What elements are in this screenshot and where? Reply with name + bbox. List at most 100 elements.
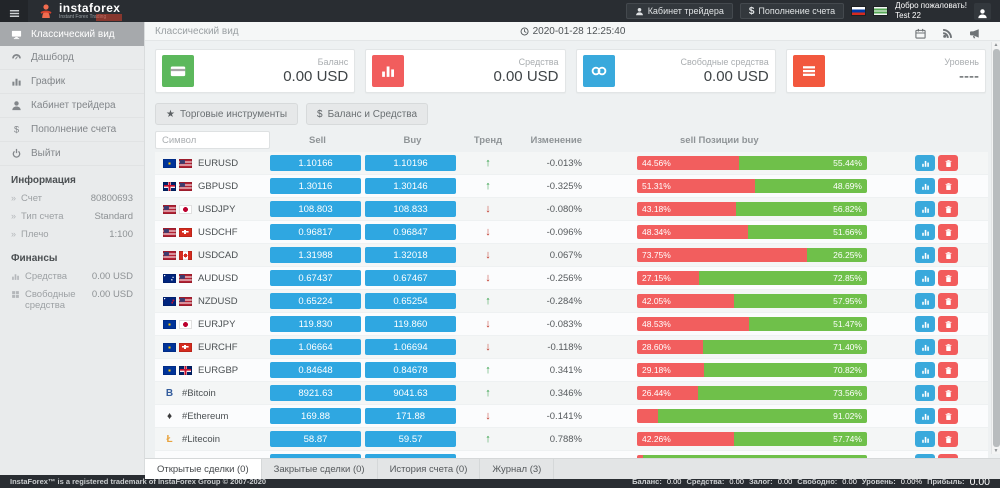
open-chart-button[interactable] [915, 385, 935, 401]
sell-button[interactable]: 1.06664 [270, 339, 361, 355]
sell-button[interactable]: 108.803 [270, 201, 361, 217]
topbar: instaforex Instant Forex Trading Кабинет… [0, 0, 1000, 22]
sell-button[interactable]: 1.31988 [270, 247, 361, 263]
symbol-cell: NZDUSD [163, 296, 270, 307]
buy-button[interactable]: 108.833 [365, 201, 456, 217]
positions-cell: 48.53%51.47% [588, 317, 915, 331]
remove-symbol-button[interactable] [938, 316, 958, 332]
deposit-button[interactable]: $ Пополнение счета [740, 3, 844, 19]
sell-cell: 0.84648 [270, 362, 365, 378]
scroll-down-arrow-icon[interactable]: ▼ [994, 448, 999, 454]
symbol-label: USDJPY [198, 204, 235, 215]
sidebar-item-классический-вид[interactable]: Классический вид [0, 22, 144, 46]
remove-symbol-button[interactable] [938, 362, 958, 378]
scroll-up-arrow-icon[interactable]: ▲ [994, 42, 999, 48]
sell-button[interactable]: 1.10166 [270, 155, 361, 171]
megaphone-icon[interactable] [969, 26, 980, 37]
card-label: Свободные средства [681, 57, 769, 67]
remove-symbol-button[interactable] [938, 270, 958, 286]
flag-russia-icon[interactable] [851, 6, 866, 16]
sell-positions-segment: 51.31% [637, 179, 755, 193]
sidebar-info-rows: »Счет80800693»Тип счетаStandard»Плечо1:1… [0, 190, 144, 244]
sell-button[interactable]: 0.96817 [270, 224, 361, 240]
remove-symbol-button[interactable] [938, 201, 958, 217]
flag-us-icon [163, 251, 176, 260]
buy-button[interactable]: 1.10196 [365, 155, 456, 171]
open-chart-button[interactable] [915, 408, 935, 424]
buy-cell: 0.84678 [365, 362, 460, 378]
remove-symbol-button[interactable] [938, 178, 958, 194]
tab-закрытые[interactable]: Закрытые сделки (0) [262, 459, 378, 479]
buy-button[interactable]: 1.32018 [365, 247, 456, 263]
sell-button[interactable]: 169.88 [270, 408, 361, 424]
calendar-icon[interactable] [915, 26, 926, 37]
open-chart-button[interactable] [915, 339, 935, 355]
sidebar-item-дашборд[interactable]: Дашборд [0, 46, 144, 70]
sidebar-item-выйти[interactable]: Выйти [0, 142, 144, 166]
sell-button[interactable]: 119.830 [270, 316, 361, 332]
open-chart-button[interactable] [915, 316, 935, 332]
sell-button[interactable]: 1.30116 [270, 178, 361, 194]
remove-symbol-button[interactable] [938, 408, 958, 424]
trading-instruments-button[interactable]: ★ Торговые инструменты [155, 103, 298, 125]
logo[interactable]: instaforex Instant Forex Trading [38, 2, 120, 20]
tab-открытые[interactable]: Открытые сделки (0) [145, 459, 262, 479]
sell-button[interactable]: 8921.63 [270, 385, 361, 401]
tab-история[interactable]: История счета (0) [378, 459, 481, 479]
buy-button[interactable]: 1.06694 [365, 339, 456, 355]
buy-button[interactable]: 0.65254 [365, 293, 456, 309]
buy-button[interactable]: 119.860 [365, 316, 456, 332]
sidebar-item-кабинет-трейдера[interactable]: Кабинет трейдера [0, 94, 144, 118]
chevron-right-icon: » [11, 211, 16, 222]
tab-журнал[interactable]: Журнал (3) [480, 459, 554, 479]
menu-button[interactable] [0, 0, 28, 22]
buy-button[interactable]: 59.57 [365, 431, 456, 447]
buy-button[interactable]: 0.96847 [365, 224, 456, 240]
flag-green-icon[interactable] [873, 6, 888, 16]
remove-symbol-button[interactable] [938, 293, 958, 309]
scrollbar-thumb[interactable] [993, 49, 1000, 447]
positions-cell: 51.31%48.69% [588, 179, 915, 193]
trader-cabinet-button[interactable]: Кабинет трейдера [626, 3, 733, 19]
user-icon [977, 6, 988, 17]
symbol-cell: Ł#Litecoin [163, 434, 270, 445]
buy-positions-segment: 56.82% [736, 202, 867, 216]
open-chart-button[interactable] [915, 293, 935, 309]
sidebar-item-пополнение-счета[interactable]: $Пополнение счета [0, 118, 144, 142]
buy-button[interactable]: 9041.63 [365, 385, 456, 401]
remove-symbol-button[interactable] [938, 155, 958, 171]
remove-symbol-button[interactable] [938, 247, 958, 263]
open-chart-button[interactable] [915, 270, 935, 286]
sell-button[interactable]: 0.67437 [270, 270, 361, 286]
vertical-scrollbar[interactable]: ▲ ▼ [991, 42, 1000, 454]
remove-symbol-button[interactable] [938, 431, 958, 447]
remove-symbol-button[interactable] [938, 339, 958, 355]
symbol-filter-input[interactable] [155, 131, 270, 149]
open-chart-button[interactable] [915, 247, 935, 263]
row-actions [915, 224, 958, 240]
open-chart-button[interactable] [915, 224, 935, 240]
buy-button[interactable]: 0.84678 [365, 362, 456, 378]
flag-au-icon [163, 274, 176, 283]
open-chart-button[interactable] [915, 201, 935, 217]
open-chart-button[interactable] [915, 362, 935, 378]
avatar[interactable] [974, 3, 991, 20]
sell-button[interactable]: 0.84648 [270, 362, 361, 378]
balance-funds-button[interactable]: $ Баланс и Средства [306, 103, 428, 125]
rss-icon[interactable] [942, 26, 953, 37]
open-chart-button[interactable] [915, 155, 935, 171]
sell-positions-segment: 73.75% [637, 248, 807, 262]
remove-symbol-button[interactable] [938, 385, 958, 401]
positions-cell: 91.02% [588, 409, 915, 423]
sidebar-item-график[interactable]: График [0, 70, 144, 94]
remove-symbol-button[interactable] [938, 224, 958, 240]
symbol-cell: GBPUSD [163, 181, 270, 192]
open-chart-button[interactable] [915, 178, 935, 194]
buy-button[interactable]: 171.88 [365, 408, 456, 424]
sell-button[interactable]: 0.65224 [270, 293, 361, 309]
buy-button[interactable]: 1.30146 [365, 178, 456, 194]
row-actions [915, 247, 958, 263]
sell-button[interactable]: 58.87 [270, 431, 361, 447]
open-chart-button[interactable] [915, 431, 935, 447]
buy-button[interactable]: 0.67467 [365, 270, 456, 286]
